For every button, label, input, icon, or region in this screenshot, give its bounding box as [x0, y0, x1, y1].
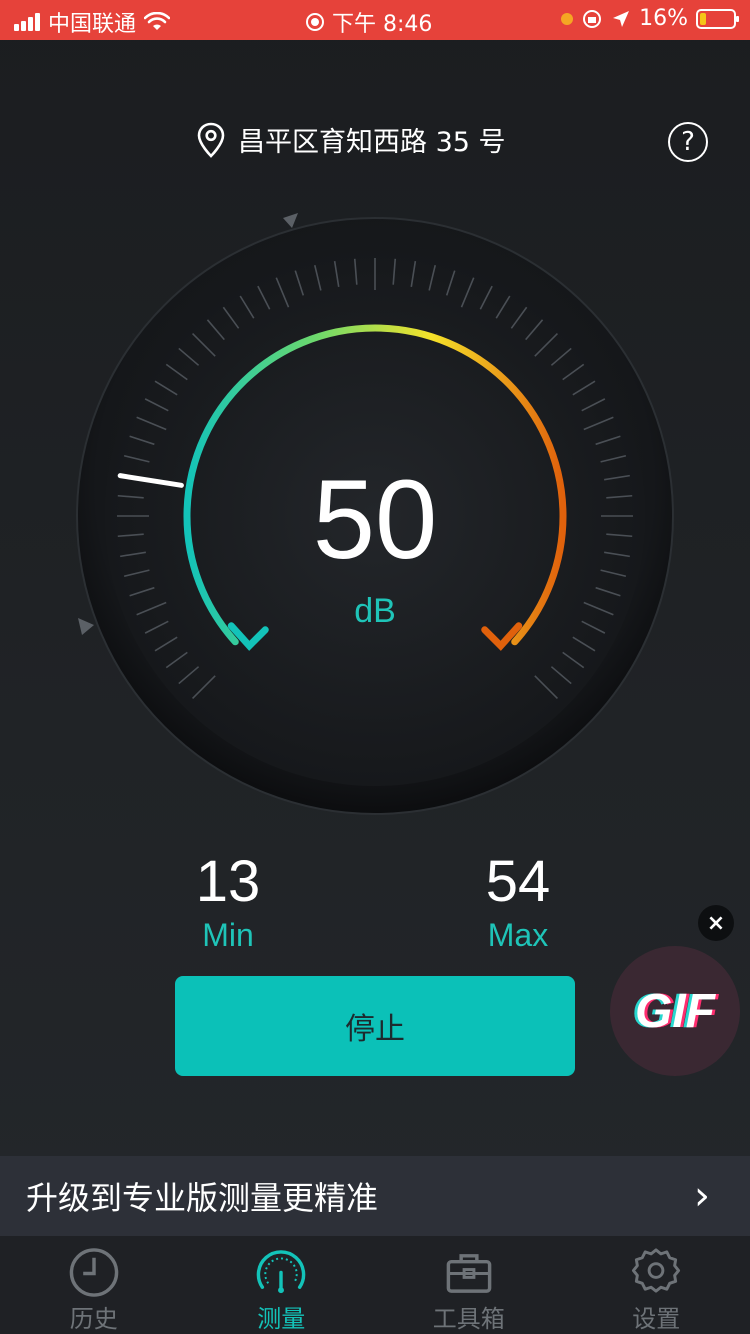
location-pin-icon — [197, 122, 225, 158]
status-bar: 中国联通 下午 8:46 16% — [0, 0, 750, 40]
tab-history-label: 历史 — [69, 1305, 118, 1333]
max-stat: 54 Max — [418, 848, 618, 954]
close-icon: × — [706, 910, 726, 936]
help-button[interactable]: ? — [668, 122, 708, 162]
gif-close-button[interactable]: × — [698, 905, 734, 941]
tab-measure-label: 测量 — [257, 1305, 306, 1333]
location-display[interactable]: 昌平区育知西路 35 号 — [196, 120, 506, 159]
upgrade-text: 升级到专业版测量更精准 — [26, 1179, 379, 1217]
location-text: 昌平区育知西路 35 号 — [238, 127, 506, 158]
gauge-icon — [257, 1250, 306, 1294]
stop-button-label: 停止 — [345, 1012, 405, 1047]
clock-time: 下午 8:46 — [332, 12, 433, 37]
tab-settings[interactable]: 设置 — [563, 1236, 750, 1334]
min-value: 13 — [195, 849, 261, 914]
max-label: Max — [487, 917, 549, 953]
toolbox-icon — [446, 1254, 492, 1293]
tab-toolbox-label: 工具箱 — [432, 1305, 505, 1333]
rotation-lock-icon — [583, 9, 602, 28]
gif-icon: GIF — [635, 984, 715, 1038]
battery-icon — [696, 8, 739, 29]
tab-toolbox[interactable]: 工具箱 — [375, 1236, 563, 1334]
upgrade-banner[interactable]: 升级到专业版测量更精准 › — [0, 1156, 750, 1236]
location-arrow-icon — [613, 10, 630, 27]
gear-icon — [632, 1248, 681, 1293]
carrier-name: 中国联通 — [48, 12, 137, 37]
tab-measure[interactable]: 测量 — [188, 1236, 376, 1334]
tab-history[interactable]: 历史 — [0, 1236, 188, 1334]
chevron-right-icon: › — [694, 1173, 710, 1219]
max-value: 54 — [485, 849, 551, 914]
wifi-icon — [144, 12, 171, 30]
tab-settings-label: 设置 — [632, 1305, 681, 1333]
tab-bar: 历史 测量 工具箱 设置 — [0, 1236, 750, 1334]
gif-floating-button[interactable]: GIF — [610, 946, 740, 1076]
mic-indicator-icon — [561, 12, 574, 25]
max-marker-icon — [283, 213, 298, 228]
db-unit-label: dB — [354, 592, 396, 630]
help-icon: ? — [681, 127, 695, 157]
min-label: Min — [202, 917, 254, 953]
min-stat: 13 Min — [128, 848, 328, 954]
current-db-value: 50 — [312, 457, 438, 582]
battery-percent: 16% — [639, 6, 688, 31]
stop-button[interactable]: 停止 — [175, 976, 575, 1076]
screen-record-icon — [306, 13, 324, 31]
clock-icon — [69, 1248, 119, 1297]
signal-icon — [14, 13, 40, 31]
